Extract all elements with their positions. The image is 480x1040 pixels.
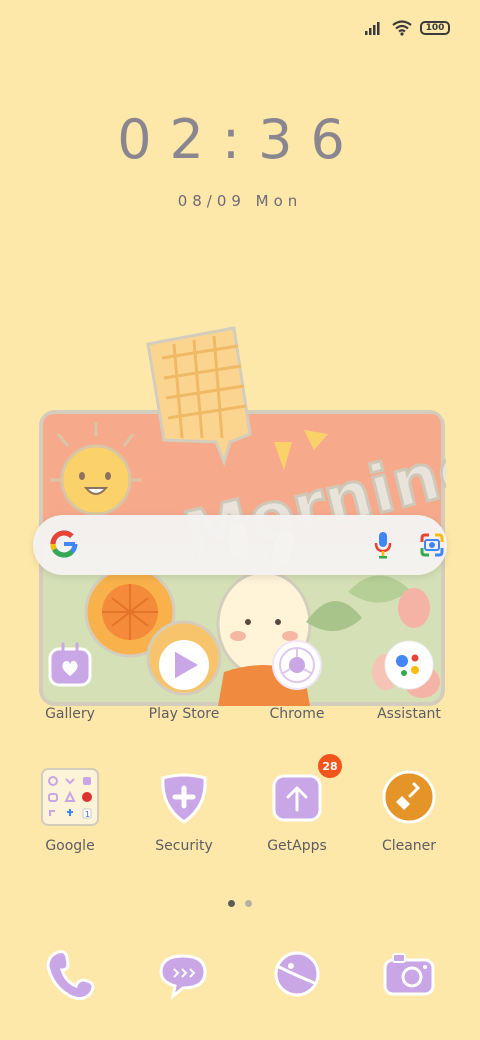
signal-icon: [365, 22, 380, 35]
dock-browser[interactable]: [237, 944, 357, 1004]
play-store-icon: [159, 640, 209, 690]
cleaner-broom-icon: [382, 770, 436, 824]
gallery-icon: [48, 642, 92, 687]
svg-text:1: 1: [85, 810, 90, 819]
dock-camera[interactable]: [349, 944, 469, 1004]
app-label: Security: [155, 838, 213, 854]
dock-phone[interactable]: [10, 944, 130, 1004]
google-lens-icon[interactable]: [419, 532, 445, 558]
app-label: Assistant: [377, 706, 441, 722]
page-indicator[interactable]: [0, 900, 480, 907]
status-bar: 100: [364, 18, 450, 38]
notification-badge: 28: [318, 754, 342, 778]
app-label: Cleaner: [381, 838, 437, 854]
app-cleaner[interactable]: Cleaner: [349, 768, 469, 854]
battery-indicator: 100: [420, 21, 450, 35]
google-folder-icon: 1: [41, 768, 99, 826]
voice-search-mic-icon[interactable]: [374, 531, 392, 559]
google-search-bar[interactable]: [33, 515, 447, 575]
google-g-icon: [50, 530, 78, 558]
app-label: GetApps: [267, 838, 327, 854]
app-label: Chrome: [269, 706, 325, 722]
app-label: Gallery: [45, 706, 95, 722]
app-security[interactable]: Security: [124, 768, 244, 854]
app-play-store[interactable]: Play Store: [124, 636, 244, 722]
page-dot[interactable]: [245, 900, 252, 907]
messages-icon: [159, 954, 207, 1000]
phone-icon: [46, 950, 95, 1001]
clock-date[interactable]: 08/09 Mon: [0, 192, 480, 210]
camera-icon: [383, 953, 435, 996]
dock-messages[interactable]: [123, 944, 243, 1004]
app-label: Google: [45, 838, 95, 854]
app-chrome[interactable]: Chrome: [237, 636, 357, 722]
page-dot-active[interactable]: [228, 900, 235, 907]
chrome-icon: [272, 640, 322, 690]
assistant-icon: [384, 640, 434, 690]
getapps-icon: [272, 774, 322, 822]
security-shield-icon: [161, 773, 207, 824]
app-getapps[interactable]: 28 GetApps: [237, 754, 357, 854]
app-label: Play Store: [148, 706, 220, 722]
app-assistant[interactable]: Assistant: [349, 636, 469, 722]
app-folder-google[interactable]: 1 Google: [10, 768, 130, 854]
app-gallery[interactable]: Gallery: [10, 636, 130, 722]
clock-time[interactable]: 02:36: [0, 108, 480, 171]
wifi-icon: [392, 20, 412, 36]
browser-planet-icon: [274, 951, 320, 997]
